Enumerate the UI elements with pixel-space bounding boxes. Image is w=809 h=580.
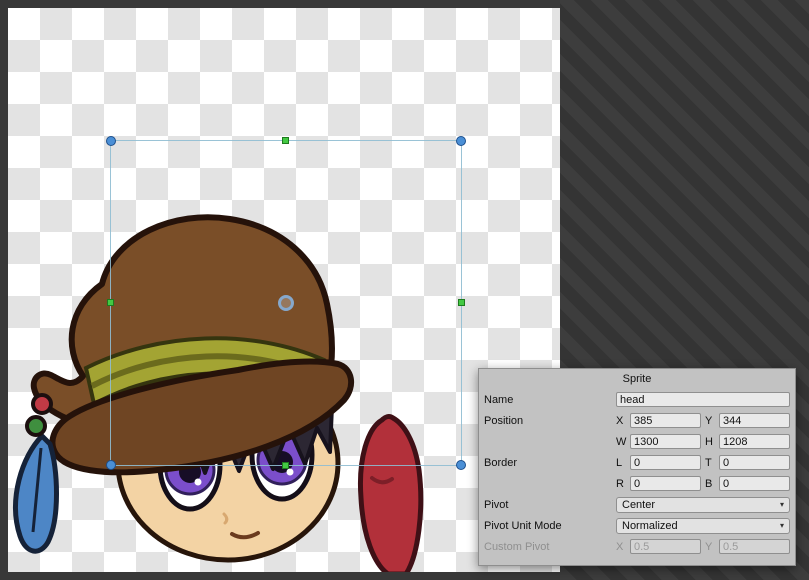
custom-pivot-label: Custom Pivot [484,541,616,553]
border-t-prefix: T [705,457,716,469]
sprite-rect-selection[interactable] [110,140,462,466]
name-label: Name [484,394,616,406]
border-label: Border [484,457,616,469]
border-row-rb: R B [479,473,795,494]
position-w-prefix: W [616,436,627,448]
position-h-prefix: H [705,436,716,448]
custom-pivot-y-prefix: Y [705,541,716,553]
border-l-input[interactable] [630,455,701,470]
name-input[interactable] [616,392,790,407]
pivot-label: Pivot [484,499,616,511]
border-r-input[interactable] [630,476,701,491]
resize-handle-bottom-left[interactable] [106,460,116,470]
pivot-unit-mode-label: Pivot Unit Mode [484,520,616,532]
position-row-wh: W H [479,431,795,452]
pivot-row: Pivot Center ▾ [479,494,795,515]
sprite-inspector-panel: Sprite Name Position X Y [478,368,796,566]
pivot-dropdown-value: Center [622,499,655,511]
border-b-input[interactable] [719,476,790,491]
resize-handle-bottom[interactable] [282,462,289,469]
position-y-prefix: Y [705,415,716,427]
border-r-prefix: R [616,478,627,490]
custom-pivot-row: Custom Pivot X Y [479,536,795,557]
custom-pivot-x-input [630,539,701,554]
custom-pivot-x-prefix: X [616,541,627,553]
pivot-dropdown[interactable]: Center ▾ [616,497,790,513]
panel-title: Sprite [479,369,795,389]
resize-handle-top-left[interactable] [106,136,116,146]
resize-handle-top-right[interactable] [456,136,466,146]
position-x-input[interactable] [630,413,701,428]
bead-green [27,417,45,435]
border-row-lt: Border L T [479,452,795,473]
pivot-unit-mode-row: Pivot Unit Mode Normalized ▾ [479,515,795,536]
position-w-input[interactable] [630,434,701,449]
resize-handle-top[interactable] [282,137,289,144]
position-row-xy: Position X Y [479,410,795,431]
border-l-prefix: L [616,457,627,469]
border-t-input[interactable] [719,455,790,470]
pivot-unit-mode-value: Normalized [622,520,678,532]
resize-handle-left[interactable] [107,299,114,306]
chevron-down-icon: ▾ [780,501,784,509]
position-label: Position [484,415,616,427]
resize-handle-bottom-right[interactable] [456,460,466,470]
custom-pivot-y-input [719,539,790,554]
bead-red [33,395,51,413]
border-b-prefix: B [705,478,716,490]
position-h-input[interactable] [719,434,790,449]
chevron-down-icon: ▾ [780,522,784,530]
pivot-unit-mode-dropdown[interactable]: Normalized ▾ [616,518,790,534]
name-row: Name [479,389,795,410]
sprite-editor-window: Sprite Name Position X Y [0,0,809,580]
position-x-prefix: X [616,415,627,427]
resize-handle-right[interactable] [458,299,465,306]
position-y-input[interactable] [719,413,790,428]
pivot-handle[interactable] [278,295,294,311]
